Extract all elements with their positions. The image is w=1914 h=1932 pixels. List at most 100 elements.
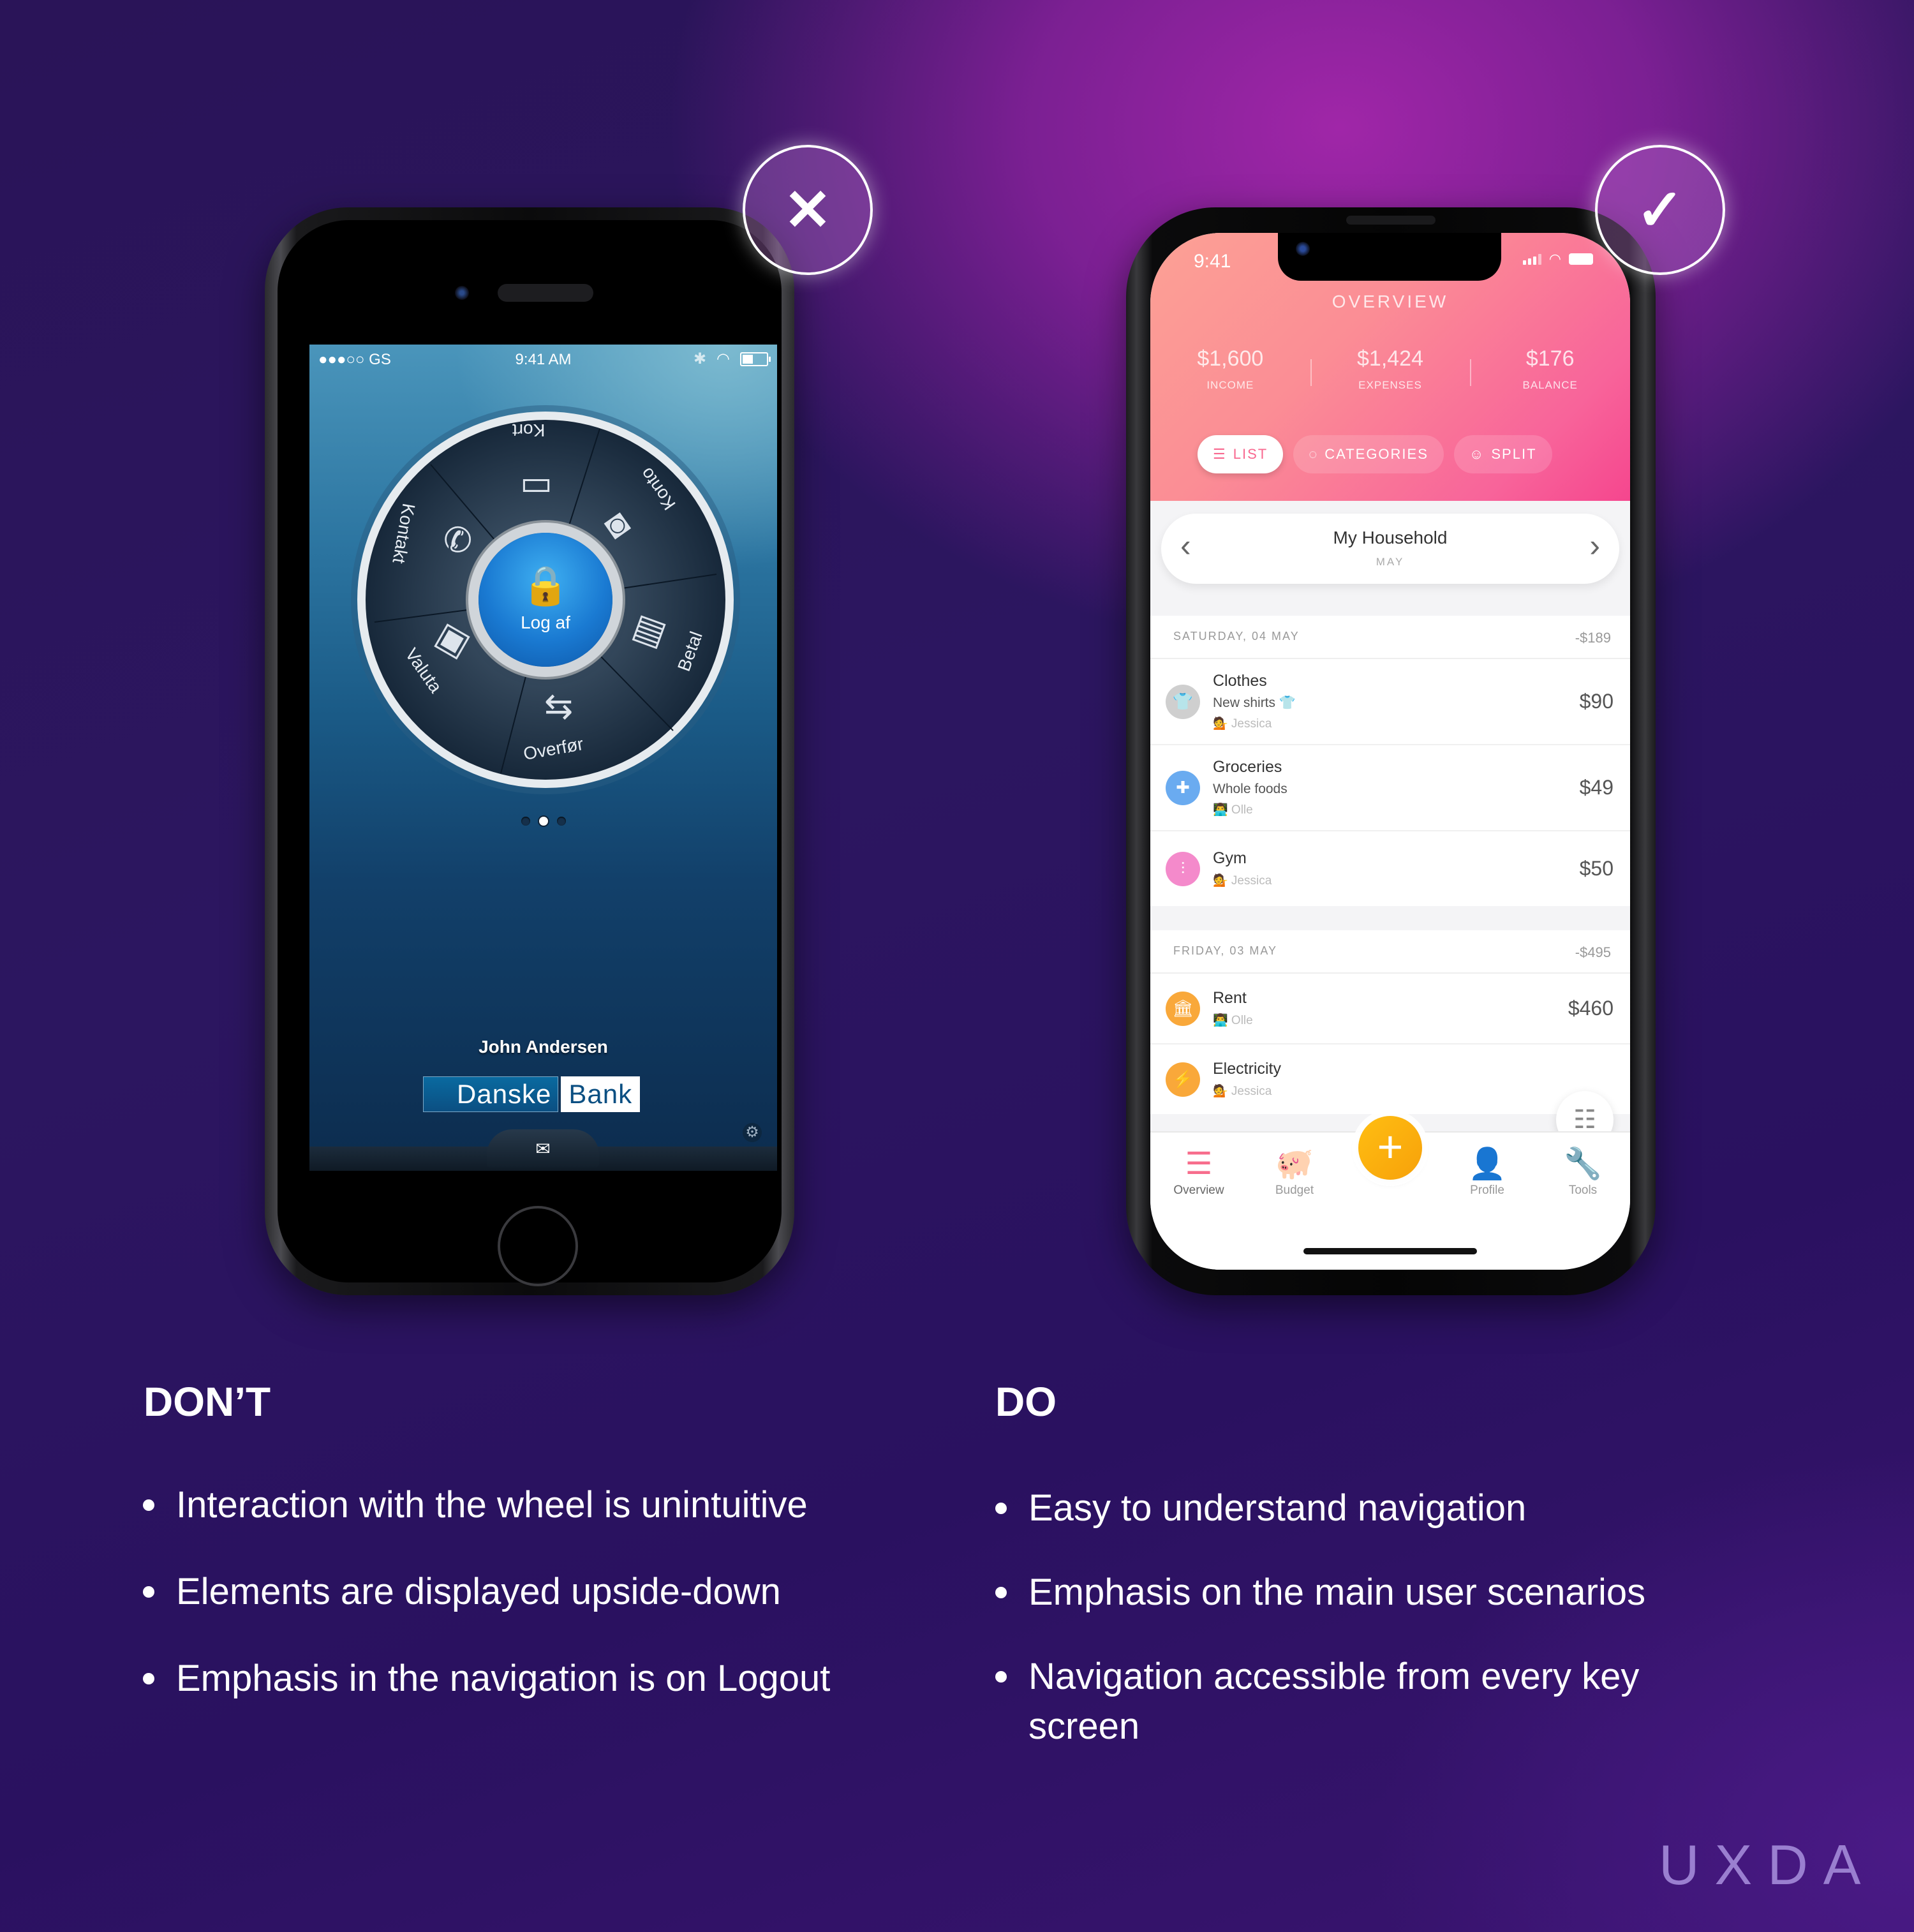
transaction-name: Electricity <box>1213 1060 1281 1078</box>
gear-icon[interactable]: ⚙ <box>743 1123 762 1142</box>
day-group: FRIDAY, 03 MAY -$495 🏛 Rent 👨‍💻 Olle $46… <box>1150 930 1630 1114</box>
bank-building-icon: 🏛 <box>1166 991 1200 1026</box>
list-item: Navigation accessible from every key scr… <box>994 1652 1734 1751</box>
do-list: Easy to understand navigation Emphasis o… <box>994 1483 1734 1786</box>
notch <box>1278 233 1501 281</box>
transaction-row[interactable]: ⚡ Electricity 💁 Jessica <box>1150 1044 1630 1114</box>
stat-expenses: $1,424 EXPENSES <box>1310 346 1471 392</box>
transaction-name: Clothes <box>1213 672 1267 690</box>
list-item: Elements are displayed upside-down <box>142 1567 907 1617</box>
phone-icon[interactable]: ✆ <box>443 523 472 558</box>
stat-value: $176 <box>1525 346 1575 371</box>
transaction-row[interactable]: 👕 Clothes New shirts 👕 💁 Jessica $90 <box>1150 659 1630 745</box>
dont-badge: ✕ <box>743 145 873 275</box>
add-transaction-button[interactable]: + <box>1358 1116 1422 1180</box>
battery-icon <box>1569 253 1593 265</box>
page-dot[interactable] <box>556 817 566 826</box>
tab-label: CATEGORIES <box>1324 446 1428 462</box>
summary-stats: $1,600 INCOME $1,424 EXPENSES $176 BALAN… <box>1150 346 1630 392</box>
transfer-icon[interactable]: ⇆ <box>544 689 573 724</box>
stat-label: EXPENSES <box>1358 379 1422 391</box>
lock-icon: 🔒 <box>521 564 570 607</box>
bluetooth-icon: ✱ <box>693 350 707 368</box>
logo-danske: Danske <box>423 1076 559 1112</box>
lightning-icon: ⚡ <box>1166 1062 1200 1097</box>
day-header: FRIDAY, 03 MAY -$495 <box>1150 930 1630 974</box>
clothes-icon: 👕 <box>1166 684 1200 719</box>
navigation-wheel[interactable]: ▭ Kort ◙ Konto ▤ Betal ⇆ Overfør ▣ Valut… <box>348 402 743 798</box>
home-button[interactable] <box>498 1206 578 1286</box>
front-camera <box>455 286 469 300</box>
stat-label: INCOME <box>1206 379 1254 391</box>
status-time: 9:41 <box>1194 251 1231 272</box>
wifi-icon: ◠ <box>716 350 730 368</box>
mail-button[interactable]: ✉ <box>487 1129 599 1168</box>
danske-bank-logo: Danske Bank <box>423 1076 641 1112</box>
danske-bank-screen: ●●●○○ GS 9:41 AM ✱ ◠ ▭ Kort ◙ Konto ▤ Be… <box>309 345 777 1171</box>
list-item: Emphasis in the navigation is on Logout <box>142 1654 907 1704</box>
transaction-name: Rent <box>1213 989 1247 1007</box>
transaction-row[interactable]: ✚ Groceries Whole foods 👨‍💻 Olle $49 <box>1150 745 1630 831</box>
list-item: Emphasis on the main user scenarios <box>994 1568 1734 1617</box>
tab-categories[interactable]: ◌ CATEGORIES <box>1293 435 1444 473</box>
group-faces-icon: ☺ <box>1469 446 1485 462</box>
tab-tools[interactable]: 🔧 Tools <box>1545 1145 1621 1198</box>
dont-list: Interaction with the wheel is unintuitiv… <box>142 1480 907 1741</box>
logout-button[interactable]: 🔒 Log af <box>478 533 612 667</box>
user-name: John Andersen <box>478 1037 608 1057</box>
do-badge: ✓ <box>1595 145 1725 275</box>
transaction-user: 👨‍💻 Olle <box>1213 803 1253 817</box>
phone-mockup-dont: ●●●○○ GS 9:41 AM ✱ ◠ ▭ Kort ◙ Konto ▤ Be… <box>265 207 794 1295</box>
day-date: SATURDAY, 04 MAY <box>1173 630 1300 643</box>
day-total: -$189 <box>1575 630 1611 646</box>
household-title: My Household <box>1333 528 1448 547</box>
tab-budget[interactable]: 🐖 Budget <box>1256 1145 1333 1198</box>
piggy-bank-icon: 🐖 <box>1275 1147 1314 1181</box>
transaction-name: Gym <box>1213 849 1247 867</box>
phone-mockup-do: 9:41 ◠ OVERVIEW $1,600 INCOME $1,424 EXP… <box>1126 207 1656 1295</box>
cards-icon[interactable]: ▭ <box>520 466 553 500</box>
transaction-user: 💁 Jessica <box>1213 874 1272 888</box>
page-dot-active[interactable] <box>538 817 548 826</box>
tab-profile[interactable]: 👤 Profile <box>1449 1145 1525 1198</box>
stat-label: BALANCE <box>1522 379 1578 391</box>
checkmark-icon: ✓ <box>1636 178 1684 242</box>
wifi-icon: ◠ <box>1548 251 1561 267</box>
transaction-row[interactable]: 🏛 Rent 👨‍💻 Olle $460 <box>1150 974 1630 1044</box>
plus-icon: + <box>1377 1122 1404 1171</box>
home-indicator[interactable] <box>1303 1248 1477 1254</box>
page-dot[interactable] <box>521 817 530 826</box>
tab-label: Tools <box>1568 1184 1598 1197</box>
stat-income: $1,600 INCOME <box>1150 346 1310 392</box>
tab-split[interactable]: ☺ SPLIT <box>1453 435 1552 473</box>
stat-balance: $176 BALANCE <box>1470 346 1630 392</box>
household-selector: ‹ My Household MAY › <box>1161 514 1619 584</box>
transaction-amount: $90 <box>1579 690 1614 713</box>
x-mark-icon: ✕ <box>783 178 832 242</box>
day-group: SATURDAY, 04 MAY -$189 👕 Clothes New shi… <box>1150 616 1630 906</box>
earpiece-speaker <box>498 284 593 302</box>
wheel-segment-kort[interactable]: Kort <box>512 420 545 440</box>
transaction-user: 👨‍💻 Olle <box>1213 1014 1253 1027</box>
transaction-desc: New shirts 👕 <box>1213 695 1296 710</box>
tab-label: Budget <box>1275 1184 1314 1197</box>
page-indicator[interactable] <box>309 817 777 826</box>
budget-app-screen: 9:41 ◠ OVERVIEW $1,600 INCOME $1,424 EXP… <box>1150 233 1630 1270</box>
transaction-row[interactable]: ⫶ Gym 💁 Jessica $50 <box>1150 831 1630 906</box>
tab-label: Profile <box>1470 1184 1504 1197</box>
wrench-icon: 🔧 <box>1564 1147 1602 1181</box>
transaction-name: Groceries <box>1213 758 1282 776</box>
tab-label: SPLIT <box>1491 446 1537 462</box>
chevron-right-icon[interactable]: › <box>1589 526 1600 565</box>
phone-bezel: ●●●○○ GS 9:41 AM ✱ ◠ ▭ Kort ◙ Konto ▤ Be… <box>278 220 782 1286</box>
transaction-list: SATURDAY, 04 MAY -$189 👕 Clothes New shi… <box>1150 616 1630 1138</box>
list-icon: ☰ <box>1213 446 1227 462</box>
uxda-logo: UXDA <box>1659 1833 1876 1896</box>
transaction-amount: $49 <box>1579 776 1614 799</box>
bottom-tab-bar: ☰ Overview 🐖 Budget + 👤 Profile 🔧 Tools <box>1150 1116 1630 1270</box>
day-header: SATURDAY, 04 MAY -$189 <box>1150 616 1630 659</box>
groceries-icon: ✚ <box>1166 770 1200 805</box>
tab-list[interactable]: ☰ LIST <box>1198 435 1284 473</box>
tab-overview[interactable]: ☰ Overview <box>1161 1145 1237 1198</box>
mail-icon: ✉ <box>535 1138 551 1159</box>
